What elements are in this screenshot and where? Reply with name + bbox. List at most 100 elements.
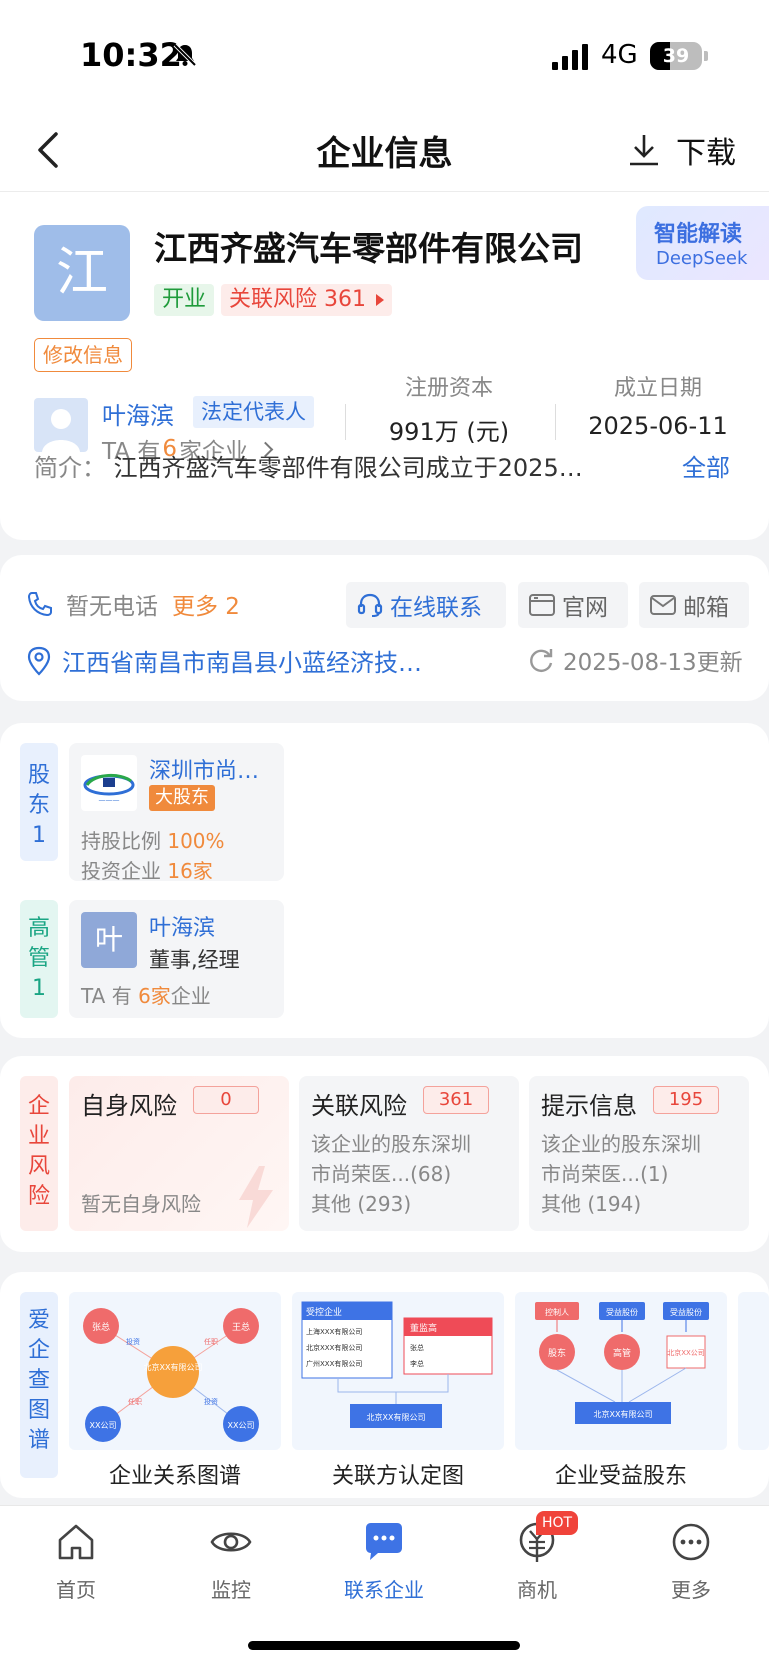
self-risk-count: 0 [193, 1086, 259, 1114]
shareholders-tab[interactable]: 股 东 1 [20, 743, 58, 861]
avatar[interactable] [34, 398, 88, 452]
online-contact-button[interactable]: 在线联系 [346, 582, 506, 628]
company-name: 江西齐盛汽车零部件有限公司 [154, 229, 583, 268]
lightning-icon [239, 1166, 273, 1228]
tab-monitor[interactable]: 监控 [181, 1520, 281, 1603]
shareholder-name[interactable]: 深圳市尚… [149, 753, 259, 785]
self-risk-box[interactable]: 自身风险 0 暂无自身风险 [69, 1076, 289, 1231]
mail-icon [650, 595, 676, 615]
executives-tab[interactable]: 高 管 1 [20, 900, 58, 1018]
side-char: 业 [27, 1124, 50, 1149]
signal-icon [552, 44, 588, 70]
graph-node-label: 股东 [548, 1347, 566, 1359]
company-logo: 江 [34, 225, 130, 321]
executive-name[interactable]: 叶海滨 [149, 910, 215, 942]
hint-info-box[interactable]: 提示信息 195 该企业的股东深圳 市尚荣医...(1) 其他 (194) [529, 1076, 749, 1231]
nav-bar: 企业信息 下载 [0, 110, 769, 192]
invest-value: 16家 [167, 859, 213, 883]
ai-analysis-button[interactable]: 智能解读 DeepSeek [636, 206, 769, 280]
tab-home[interactable]: 首页 [26, 1520, 126, 1603]
relation-graph-label[interactable]: 企业关系图谱 [69, 1458, 281, 1490]
tab-label: 监控 [211, 1578, 251, 1602]
email-button[interactable]: 邮箱 [639, 582, 749, 628]
website-label: 官网 [562, 595, 608, 621]
graph-node-label: XX公司 [228, 1421, 255, 1430]
relation-graph-thumb[interactable]: 张总 王总 北京XX有限公司 XX公司 XX公司 投资 任职 任职 投资 [69, 1292, 281, 1450]
intro-all-link[interactable]: 全部 [682, 448, 730, 483]
divider [555, 404, 556, 440]
eye-icon [210, 1532, 252, 1552]
executive-card[interactable]: 叶 叶海滨 董事,经理 TA 有 6家企业 [69, 900, 284, 1018]
update-time[interactable]: 2025-08-13更新 [527, 643, 743, 677]
graph-box-title: 受控企业 [306, 1306, 342, 1318]
graph-box-row: 上海XXX有限公司 [306, 1327, 362, 1336]
location-pin-icon [27, 646, 51, 676]
contact-card: 暂无电话 更多 2 在线联系 官网 邮箱 江西省南昌市南昌县小蓝经济技… 202… [0, 555, 769, 701]
side-char: 险 [27, 1184, 50, 1209]
graph-box-title: 受益股份 [606, 1307, 638, 1317]
intro-label: 简介： [34, 454, 106, 482]
major-shareholder-badge: 大股东 [149, 785, 215, 811]
tab-label: 商机 [517, 1578, 557, 1602]
graph-edge-label: 投资 [126, 1337, 140, 1346]
graph-box-row: 张总 [410, 1343, 424, 1352]
tab-label: 联系企业 [344, 1578, 424, 1602]
battery-level: 39 [662, 45, 690, 67]
graph-node-label: 北京XX有限公司 [367, 1412, 426, 1422]
self-risk-desc: 暂无自身风险 [81, 1192, 201, 1216]
next-graph-thumb-partial[interactable] [738, 1292, 769, 1450]
update-text: 2025-08-13更新 [563, 650, 743, 676]
edit-info-button[interactable]: 修改信息 [34, 338, 132, 372]
executive-role: 董事,经理 [149, 948, 240, 972]
address-link[interactable]: 江西省南昌市南昌县小蓝经济技… [26, 643, 422, 678]
address-text: 江西省南昌市南昌县小蓝经济技… [62, 649, 422, 677]
graph-node-label: 高管 [613, 1347, 631, 1359]
status-time: 10:32 [80, 36, 182, 74]
caret-right-icon [376, 294, 384, 306]
divider [345, 404, 346, 440]
tab-contact[interactable]: 联系企业 [334, 1520, 434, 1603]
exec-sub-count: 6家 [138, 984, 171, 1008]
shareholder-card[interactable]: ——— 深圳市尚… 大股东 持股比例 100% 投资企业 16家 [69, 743, 284, 884]
download-icon [630, 135, 658, 166]
company-header-card: 江 江西齐盛汽车零部件有限公司 开业 关联风险 361 智能解读 DeepSee… [0, 192, 769, 540]
invested-companies: 投资企业 16家 [81, 855, 213, 884]
exec-sub-prefix: TA 有 [81, 984, 132, 1008]
beneficiary-graph-thumb[interactable]: 控制人 受益股份 受益股份 股东 高管 北京XX公司 北京XX有限公司 [515, 1292, 727, 1450]
people-card: 股 东 1 ——— 深圳市尚… 大股东 持股比例 100% 投资企业 16家 高… [0, 723, 769, 1038]
tab-label: 更多 [671, 1578, 711, 1602]
side-char: 图 [27, 1398, 50, 1423]
beneficiary-graph-label[interactable]: 企业受益股东 [515, 1458, 727, 1490]
related-risk-line: 其他 (293) [311, 1192, 412, 1216]
refresh-icon [530, 649, 553, 672]
graph-card: 爱 企 查 图 谱 张总 王总 北京XX有限公司 XX公司 XX公司 投资 任职… [0, 1272, 769, 1498]
related-risk-box[interactable]: 关联风险 361 该企业的股东深圳 市尚荣医...(68) 其他 (293) [299, 1076, 519, 1231]
graph-edge-label: 任职 [128, 1397, 142, 1406]
hint-info-title: 提示信息 [541, 1092, 637, 1120]
side-char: 高 [27, 916, 50, 941]
related-party-graph-thumb[interactable]: 受控企业 上海XXX有限公司 北京XXX有限公司 广州XXX有限公司 董监高 张… [292, 1292, 504, 1450]
graph-box-title: 受益股份 [670, 1307, 702, 1317]
side-char: 东 [27, 793, 50, 818]
side-char: 企 [27, 1094, 50, 1119]
graph-node-label: 北京XX有限公司 [594, 1409, 653, 1419]
download-button[interactable]: 下载 [626, 128, 766, 172]
hint-info-line: 市尚荣医...(1) [541, 1162, 669, 1186]
ratio-value: 100% [167, 829, 225, 853]
related-party-graph-label[interactable]: 关联方认定图 [292, 1458, 504, 1490]
side-char: 企 [27, 1338, 50, 1363]
side-char: 谱 [27, 1428, 50, 1453]
website-button[interactable]: 官网 [518, 582, 628, 628]
tab-more[interactable]: 更多 [641, 1520, 741, 1603]
more-phones-link[interactable]: 更多 2 [172, 587, 240, 621]
related-risk-tag[interactable]: 关联风险 361 [221, 284, 392, 316]
capital-label: 注册资本 [404, 376, 493, 401]
phone-row[interactable]: 暂无电话 更多 2 [26, 583, 240, 625]
home-indicator[interactable] [248, 1641, 520, 1650]
executive-avatar: 叶 [81, 912, 137, 968]
share-ratio: 持股比例 100% [81, 825, 225, 854]
self-risk-title: 自身风险 [81, 1092, 177, 1120]
shareholder-logo: ——— [81, 755, 137, 811]
invest-label: 投资企业 [81, 859, 161, 883]
legal-rep-name[interactable]: 叶海滨 [102, 396, 174, 431]
